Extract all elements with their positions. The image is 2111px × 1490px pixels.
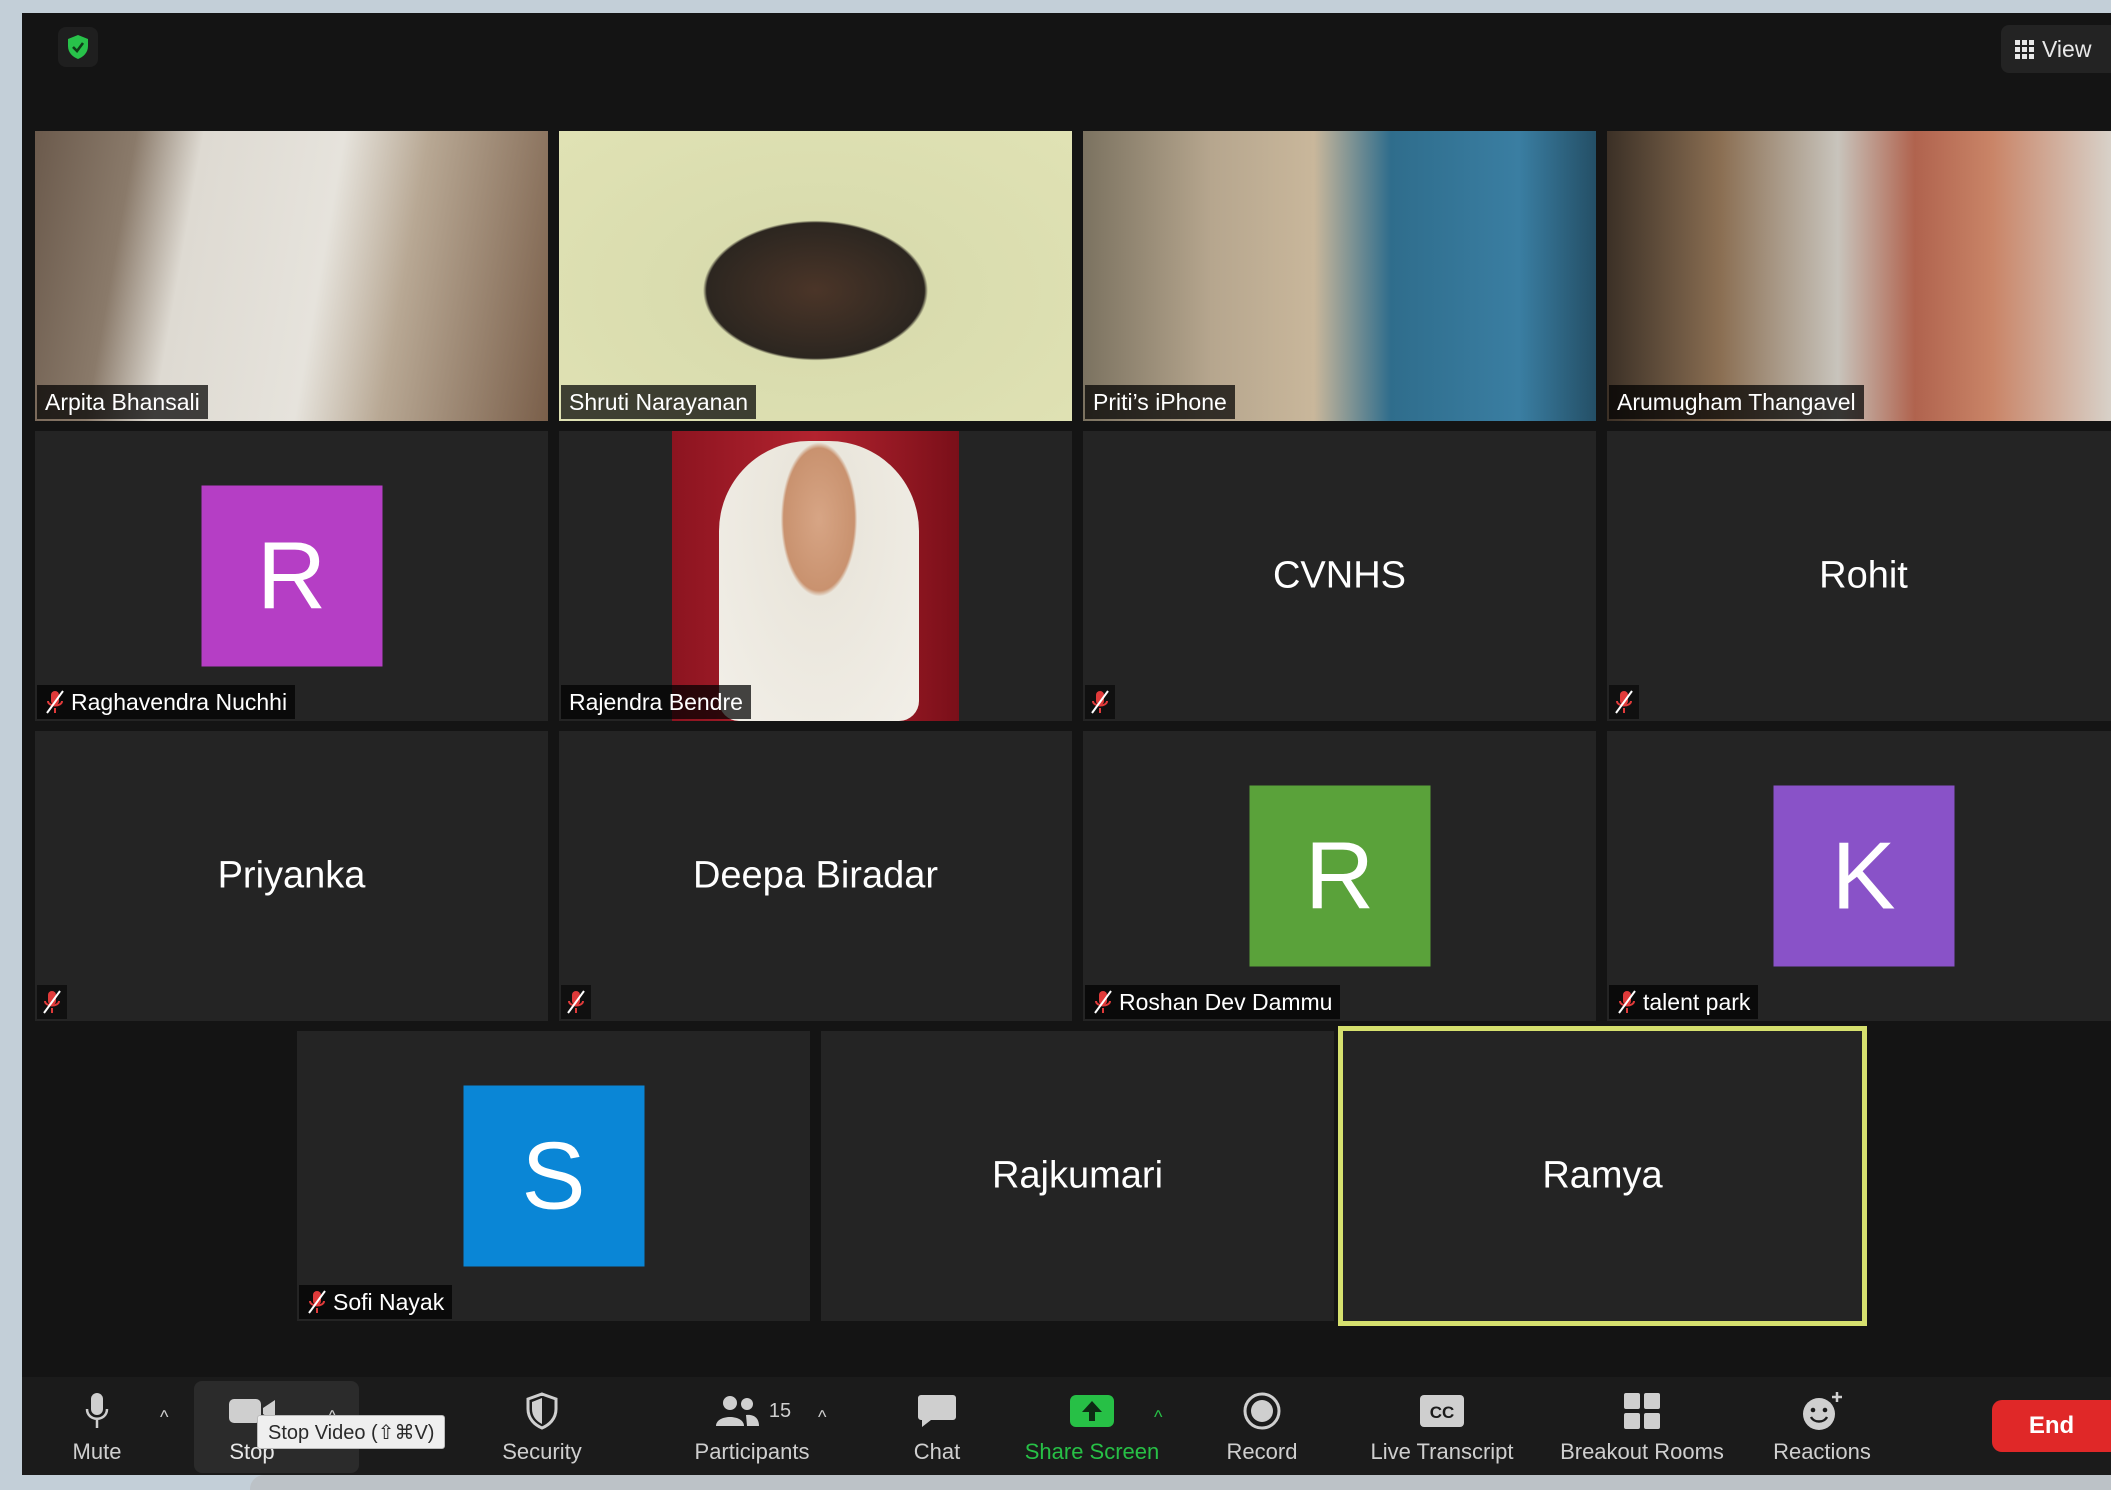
participant-tile-sofi[interactable]: S Sofi Nayak [297,1031,810,1321]
video-feed [35,131,548,421]
mic-muted-icon [1615,690,1633,714]
view-label: View [2042,35,2092,62]
view-button[interactable]: View [2001,25,2111,73]
participant-name: Priyanka [217,854,366,897]
participant-tile-rajendra[interactable]: Rajendra Bendre [559,431,1072,721]
encryption-shield-icon[interactable] [58,27,98,67]
mic-muted-icon [308,1290,326,1314]
microphone-icon [85,1393,109,1428]
video-feed [1607,131,2111,421]
participant-name-label: Shruti Narayanan [561,385,756,419]
mic-muted-icon [43,990,61,1014]
participant-name: CVNHS [1272,554,1407,597]
participant-tile-roshan[interactable]: R Roshan Dev Dammu [1083,731,1596,1021]
participant-tile-cvnhs[interactable]: CVNHS [1083,431,1596,721]
mic-muted-badge [561,985,591,1019]
participant-tile-arumugham[interactable]: Arumugham Thangavel [1607,131,2111,421]
stop-video-tooltip: Stop Video (⇧⌘V) [257,1415,446,1449]
mic-muted-icon [567,990,585,1014]
participant-tile-talent-park[interactable]: K talent park [1607,731,2111,1021]
share-screen-arrow-icon [1070,1395,1114,1427]
share-screen-button[interactable]: Share Screen [1012,1377,1172,1475]
breakout-rooms-button[interactable]: Breakout Rooms [1542,1377,1742,1475]
participants-icon [715,1396,759,1426]
participant-name-label: Raghavendra Nuchhi [37,685,296,719]
avatar: S [463,1085,644,1267]
mic-muted-icon [1094,990,1112,1014]
participant-tile-rajkumari[interactable]: Rajkumari [821,1031,1334,1321]
share-options-caret-icon[interactable]: ^ [1154,1407,1162,1428]
participants-options-caret-icon[interactable]: ^ [818,1407,826,1428]
mic-muted-icon [1091,690,1109,714]
svg-text:CC: CC [1430,1403,1455,1422]
participant-tile-priti[interactable]: Priti’s iPhone [1083,131,1596,421]
video-feed [559,131,1072,421]
record-icon [1243,1392,1281,1430]
participant-tile-shruti[interactable]: Shruti Narayanan [559,131,1072,421]
security-button[interactable]: Security [492,1377,592,1475]
end-meeting-button[interactable]: End [1992,1400,2111,1452]
record-button[interactable]: Record [1212,1377,1312,1475]
participant-name-label: Arpita Bhansali [37,385,208,419]
video-feed [1083,131,1596,421]
participant-name-label: Sofi Nayak [299,1285,453,1319]
mute-button[interactable]: Mute [62,1377,132,1475]
participant-name-label: Priti’s iPhone [1085,385,1235,419]
participants-count: 15 [768,1399,792,1422]
mic-muted-icon [46,690,64,714]
participant-tile-priyanka[interactable]: Priyanka [35,731,548,1021]
mic-muted-icon [1618,990,1636,1014]
participant-tile-rohit[interactable]: Rohit [1607,431,2111,721]
avatar: R [1249,785,1430,967]
mic-muted-badge [1085,685,1115,719]
participant-tile-raghavendra[interactable]: R Raghavendra Nuchhi [35,431,548,721]
chat-button[interactable]: Chat [897,1377,977,1475]
emoji-add-icon [1803,1392,1842,1430]
macos-dock [250,1475,2111,1490]
mic-muted-badge [1609,685,1639,719]
avatar: R [201,485,382,667]
chat-bubble-icon [918,1395,956,1427]
participant-name-label: Arumugham Thangavel [1609,385,1864,419]
zoom-meeting-window: View Arpita Bhansali Shruti Narayanan Pr… [22,13,2111,1475]
live-transcript-button[interactable]: CC Live Transcript [1342,1377,1542,1475]
closed-caption-icon: CC [1420,1395,1464,1427]
participant-name: Deepa Biradar [692,854,939,897]
mic-muted-badge [37,985,67,1019]
participant-tile-arpita[interactable]: Arpita Bhansali [35,131,548,421]
participant-name-label: talent park [1609,985,1759,1019]
participant-name: Rajkumari [991,1154,1164,1197]
reactions-button[interactable]: Reactions [1752,1377,1892,1475]
participants-button[interactable]: 15 Participants [662,1377,842,1475]
participant-name-label: Rajendra Bendre [561,685,751,719]
grid-view-icon [2015,39,2034,59]
avatar: K [1773,785,1954,967]
participant-tile-deepa[interactable]: Deepa Biradar [559,731,1072,1021]
video-feed [559,431,1072,721]
participant-name-label: Roshan Dev Dammu [1085,985,1341,1019]
security-shield-icon [526,1392,558,1430]
participant-name: Ramya [1542,1154,1663,1197]
breakout-rooms-grid-icon [1624,1393,1660,1429]
participant-name: Rohit [1819,554,1908,597]
audio-options-caret-icon[interactable]: ^ [160,1407,168,1428]
participant-tile-ramya-active-speaker[interactable]: Ramya [1338,1026,1867,1326]
